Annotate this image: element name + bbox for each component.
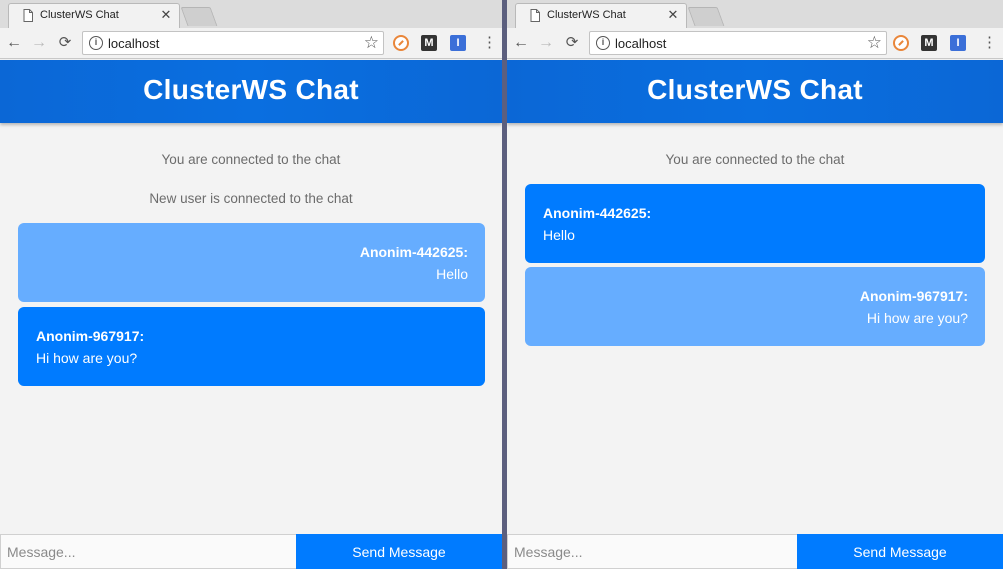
reload-icon[interactable]: ⟳ — [55, 33, 75, 53]
extension-blocker-icon[interactable] — [393, 35, 409, 51]
message-composer: Send Message — [507, 534, 1003, 569]
message-author: Anonim-967917: — [859, 288, 968, 304]
new-tab-button[interactable] — [180, 7, 218, 26]
app-title: ClusterWS Chat — [143, 74, 359, 105]
extension-i-icon[interactable]: I — [450, 35, 466, 51]
send-message-button[interactable]: Send Message — [797, 534, 1003, 569]
chat-message: Anonim-442625: Hello — [18, 223, 485, 302]
url-text[interactable]: localhost — [615, 36, 666, 51]
chat-message: Anonim-442625: Hello — [525, 184, 985, 263]
tab-clusterws-chat[interactable]: ClusterWS Chat ✕ — [515, 3, 687, 28]
new-tab-button[interactable] — [687, 7, 725, 26]
chat-area: You are connected to the chat New user i… — [0, 123, 502, 534]
close-icon[interactable]: ✕ — [159, 7, 173, 23]
url-text[interactable]: localhost — [108, 36, 159, 51]
browser-window-right: ClusterWS Chat ✕ ← → ⟳ i localhost ☆ M I… — [507, 0, 1003, 569]
chat-message: Anonim-967917: Hi how are you? — [18, 307, 485, 386]
tab-title: ClusterWS Chat — [40, 9, 119, 21]
message-input[interactable] — [0, 534, 296, 569]
browser-menu-icon[interactable]: ⋮ — [482, 33, 497, 53]
message-input[interactable] — [507, 534, 797, 569]
tab-strip: ClusterWS Chat ✕ — [0, 0, 502, 28]
system-message: You are connected to the chat — [665, 152, 845, 167]
message-text: Hello — [436, 266, 468, 282]
app-header: ClusterWS Chat — [0, 60, 502, 123]
browser-menu-icon[interactable]: ⋮ — [982, 33, 997, 53]
browser-window-left: ClusterWS Chat ✕ ← → ⟳ i localhost ☆ M I… — [0, 0, 502, 569]
message-composer: Send Message — [0, 534, 502, 569]
forward-arrow-icon[interactable]: → — [536, 33, 556, 53]
screen: ClusterWS Chat ✕ ← → ⟳ i localhost ☆ M I… — [0, 0, 1003, 569]
tab-title: ClusterWS Chat — [547, 9, 626, 21]
back-arrow-icon[interactable]: ← — [511, 33, 531, 53]
message-text: Hi how are you? — [866, 310, 968, 326]
send-message-button[interactable]: Send Message — [296, 534, 502, 569]
address-bar[interactable]: i localhost ☆ — [589, 31, 887, 55]
tab-strip: ClusterWS Chat ✕ — [507, 0, 1003, 28]
system-message: You are connected to the chat — [161, 152, 341, 167]
browser-toolbar: ← → ⟳ i localhost ☆ M I ⋮ — [507, 28, 1003, 59]
app-title: ClusterWS Chat — [647, 74, 863, 105]
extension-blocker-icon[interactable] — [893, 35, 909, 51]
message-text: Hi how are you? — [36, 350, 138, 366]
chat-area: You are connected to the chat Anonim-442… — [507, 123, 1003, 534]
tab-clusterws-chat[interactable]: ClusterWS Chat ✕ — [8, 3, 180, 28]
forward-arrow-icon[interactable]: → — [29, 33, 49, 53]
message-text: Hello — [543, 227, 575, 243]
info-icon[interactable]: i — [596, 36, 610, 50]
bookmark-star-icon[interactable]: ☆ — [867, 33, 882, 53]
chat-message: Anonim-967917: Hi how are you? — [525, 267, 985, 346]
address-bar[interactable]: i localhost ☆ — [82, 31, 384, 55]
message-author: Anonim-442625: — [543, 205, 652, 221]
extension-m-icon[interactable]: M — [421, 35, 437, 51]
info-icon[interactable]: i — [89, 36, 103, 50]
bookmark-star-icon[interactable]: ☆ — [364, 33, 379, 53]
browser-toolbar: ← → ⟳ i localhost ☆ M I ⋮ — [0, 28, 502, 59]
page-icon — [23, 9, 33, 22]
back-arrow-icon[interactable]: ← — [4, 33, 24, 53]
message-author: Anonim-442625: — [359, 244, 468, 260]
extension-m-icon[interactable]: M — [921, 35, 937, 51]
page-icon — [530, 9, 540, 22]
app-header: ClusterWS Chat — [507, 60, 1003, 123]
system-message: New user is connected to the chat — [149, 191, 353, 206]
message-author: Anonim-967917: — [36, 328, 145, 344]
extension-i-icon[interactable]: I — [950, 35, 966, 51]
close-icon[interactable]: ✕ — [666, 7, 680, 23]
reload-icon[interactable]: ⟳ — [562, 33, 582, 53]
